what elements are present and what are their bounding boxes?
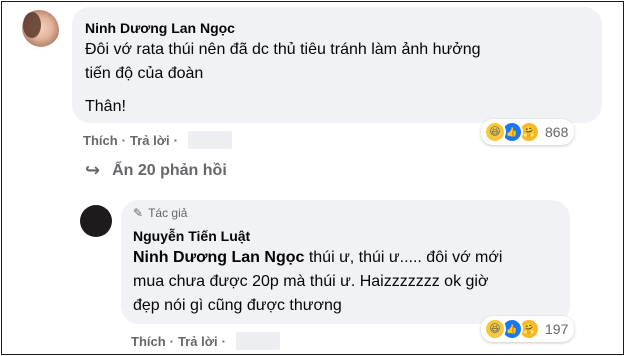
timestamp-redacted[interactable] <box>187 131 232 149</box>
return-arrow-icon: ↪ <box>85 160 101 180</box>
author-badge-label: Tác giả <box>148 206 188 220</box>
reply-button[interactable]: Trả lời <box>130 133 170 148</box>
avatar-image <box>85 217 107 225</box>
comment-text-line-2: tiến độ của đoàn <box>85 65 204 82</box>
author-badge: ✎ Tác giả <box>133 206 187 220</box>
reply-text-first: thúi ư, thúi ư..... đôi vớ mới <box>304 249 503 266</box>
comment-author-name[interactable]: Ninh Dương Lan Ngọc <box>85 20 235 36</box>
haha-icon: 😆 <box>484 318 506 340</box>
hide-replies-label: Ẩn 20 phản hồi <box>112 161 227 179</box>
comment-actions: Thích · Trả lời · <box>83 131 232 149</box>
separator-dot: · <box>221 333 226 349</box>
mention-link[interactable]: Ninh Dương Lan Ngọc <box>133 249 304 266</box>
reply-reactions[interactable]: 😆 👍 🤗 197 <box>481 316 575 342</box>
reply-text-line-3: đẹp nói gì cũng được thương <box>133 297 342 314</box>
reply-button[interactable]: Trả lời <box>178 334 218 349</box>
reply-author-avatar[interactable] <box>80 205 112 237</box>
reaction-count: 868 <box>545 124 569 140</box>
reply-author-name[interactable]: Nguyễn Tiến Luật <box>133 228 250 244</box>
comment-reactions[interactable]: 😆 👍 🤗 868 <box>481 119 575 145</box>
hide-replies-link[interactable]: ↪ Ẩn 20 phản hồi <box>85 160 227 181</box>
separator-dot: · <box>121 132 127 148</box>
commenter-avatar[interactable] <box>19 10 59 50</box>
haha-icon: 😆 <box>484 121 506 143</box>
timestamp-redacted[interactable] <box>235 332 280 350</box>
like-button[interactable]: Thích <box>83 133 118 148</box>
reaction-count: 197 <box>545 321 569 337</box>
separator-dot: · <box>169 333 175 349</box>
like-button[interactable]: Thích <box>131 334 166 349</box>
pencil-icon: ✎ <box>133 206 144 220</box>
comment-text-line-4: Thân! <box>85 98 126 115</box>
reply-actions: Thích · Trả lời · <box>131 332 280 350</box>
separator-dot: · <box>173 132 178 148</box>
